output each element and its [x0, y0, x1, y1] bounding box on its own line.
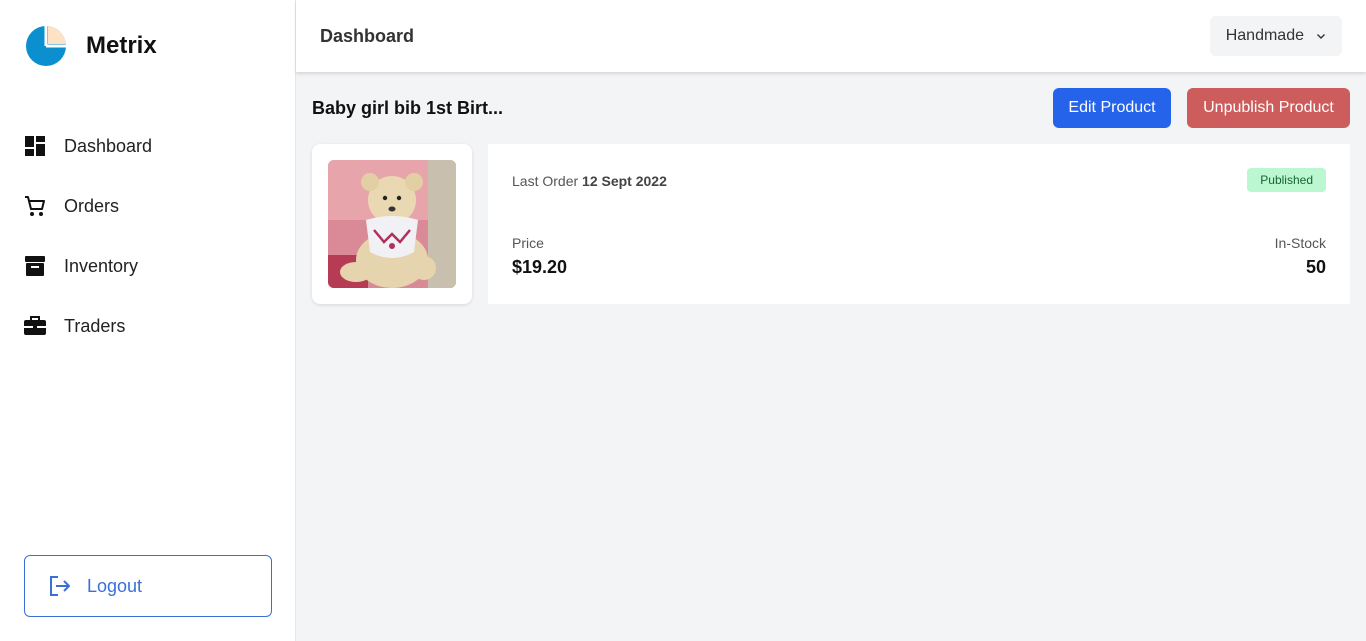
in-stock-label: In-Stock [1274, 235, 1326, 251]
sidebar-item-orders[interactable]: Orders [0, 176, 295, 236]
edit-product-button[interactable]: Edit Product [1053, 88, 1171, 128]
page-title: Dashboard [320, 26, 415, 46]
store-select-dropdown[interactable]: Handmade [1209, 16, 1342, 56]
sidebar-item-label: Traders [64, 315, 126, 336]
sidebar-item-traders[interactable]: Traders [0, 296, 295, 356]
status-badge: Published [1247, 168, 1326, 192]
sidebar-item-label: Dashboard [64, 135, 153, 156]
product-info-card: Last Order 12 Sept 2022 Published Price … [488, 144, 1350, 304]
chevron-down-icon [1317, 34, 1325, 39]
sidebar-nav: Dashboard Orders Inventory Traders [0, 116, 295, 356]
store-select-value: Handmade [1225, 27, 1304, 44]
archive-icon [24, 255, 46, 277]
cart-icon [24, 195, 46, 217]
in-stock-value: 50 [1305, 257, 1326, 277]
brand[interactable]: Metrix [24, 24, 157, 68]
dashboard-icon [24, 135, 46, 157]
price-label: Price [512, 235, 544, 251]
sidebar-item-label: Orders [64, 195, 120, 216]
last-order-label: Last Order [512, 173, 579, 189]
sidebar: Metrix Dashboard Orders Inventory Trader… [0, 0, 296, 641]
last-order-date: 12 Sept 2022 [582, 173, 667, 189]
briefcase-icon [24, 315, 46, 337]
product-title: Baby girl bib 1st Birt... [312, 98, 504, 118]
last-order: Last Order 12 Sept 2022 [512, 173, 667, 189]
brand-name: Metrix [86, 32, 157, 59]
sidebar-item-inventory[interactable]: Inventory [0, 236, 295, 296]
sidebar-item-dashboard[interactable]: Dashboard [0, 116, 295, 176]
metrix-logo-icon [26, 26, 66, 66]
sidebar-item-label: Inventory [64, 255, 139, 276]
logout-icon [50, 576, 70, 596]
top-header: Dashboard Handmade [296, 0, 1366, 72]
unpublish-product-button[interactable]: Unpublish Product [1187, 88, 1350, 128]
logout-button[interactable]: Logout [24, 555, 272, 617]
product-image[interactable] [328, 160, 456, 288]
logout-label: Logout [87, 575, 143, 596]
price-value: $19.20 [512, 257, 568, 277]
product-image-card [312, 144, 472, 304]
